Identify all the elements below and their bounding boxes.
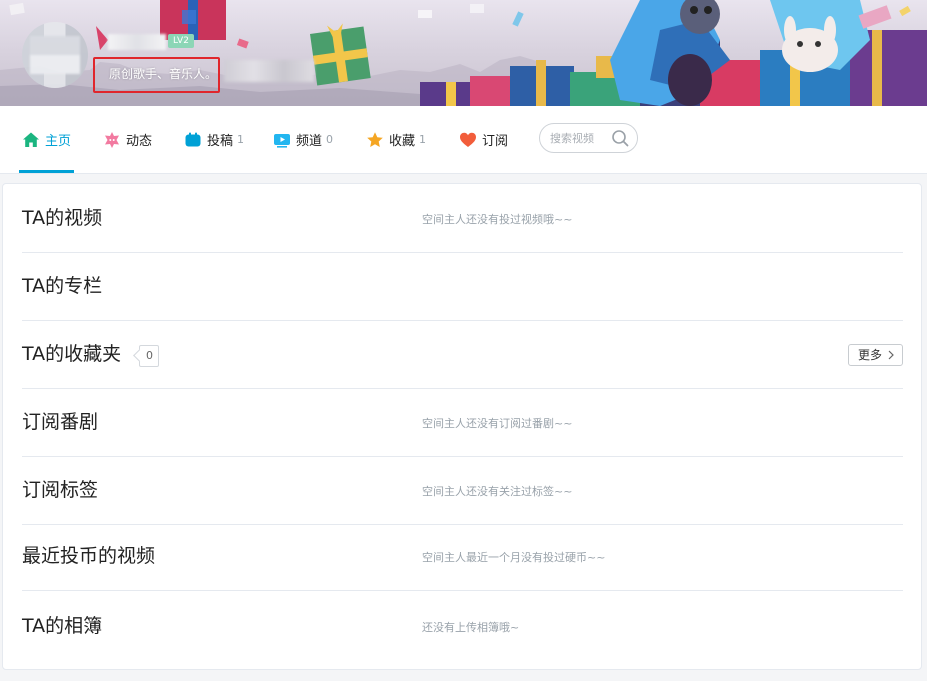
- section-videos: TA的视频 空间主人还没有投过视频哦~~: [22, 184, 903, 253]
- signature-blurred: [224, 60, 314, 82]
- active-tab-indicator: [19, 170, 75, 173]
- empty-message: 空间主人还没有投过视频哦~~: [422, 213, 573, 226]
- heart-icon: [460, 132, 476, 147]
- tab-favorites-count: 1: [419, 133, 427, 146]
- tab-upload-count: 1: [237, 133, 245, 146]
- upload-icon: [185, 132, 201, 146]
- tab-subscriptions-label: 订阅: [482, 134, 509, 149]
- dynamic-icon: [105, 131, 119, 148]
- tab-channel-label: 频道: [296, 134, 323, 149]
- avatar[interactable]: [22, 22, 88, 88]
- section-title[interactable]: 订阅番剧: [22, 410, 98, 434]
- tab-favorites-label: 收藏: [389, 134, 416, 149]
- tab-home[interactable]: 主页: [19, 106, 75, 173]
- tab-channel-count: 0: [326, 133, 334, 146]
- section-articles: TA的专栏: [22, 252, 903, 321]
- section-favorites: TA的收藏夹 0 更多: [22, 320, 903, 389]
- empty-message: 空间主人还没有关注过标签~~: [422, 485, 573, 498]
- search-icon[interactable]: [611, 129, 629, 147]
- home-icon: [23, 132, 39, 147]
- empty-message: 空间主人还没有订阅过番剧~~: [422, 417, 573, 430]
- section-title[interactable]: TA的视频: [22, 206, 102, 230]
- section-title[interactable]: TA的相簿: [22, 614, 102, 638]
- profile-signature[interactable]: 原创歌手、音乐人。: [109, 66, 217, 82]
- tab-dynamic[interactable]: 动态: [103, 106, 152, 173]
- profile-banner: LV2 原创歌手、音乐人。: [0, 0, 927, 106]
- chevron-right-icon: [888, 350, 894, 360]
- tab-dynamic-label: 动态: [126, 134, 153, 149]
- section-albums: TA的相簿 还没有上传相簿哦~: [22, 590, 903, 658]
- favorites-count-badge: 0: [139, 345, 159, 367]
- empty-message: 还没有上传相簿哦~: [422, 621, 520, 634]
- more-button[interactable]: 更多: [848, 344, 903, 366]
- empty-message: 空间主人最近一个月没有投过硬币~~: [422, 551, 606, 564]
- space-nav: 主页 动态 投稿 1 频道 0 收藏 1 订阅: [0, 106, 927, 174]
- tab-home-label: 主页: [45, 134, 72, 149]
- section-title[interactable]: TA的收藏夹: [22, 342, 121, 366]
- section-tags: 订阅标签 空间主人还没有关注过标签~~: [22, 456, 903, 525]
- channel-icon: [274, 133, 290, 148]
- tab-channel[interactable]: 频道 0: [273, 106, 333, 173]
- tab-upload-label: 投稿: [207, 134, 234, 149]
- section-title[interactable]: 最近投币的视频: [22, 544, 155, 568]
- star-icon: [367, 131, 383, 147]
- username-blurred: [108, 34, 166, 50]
- video-search: [539, 123, 638, 153]
- section-title[interactable]: TA的专栏: [22, 274, 102, 298]
- tab-subscriptions[interactable]: 订阅: [459, 106, 508, 173]
- space-sections: TA的视频 空间主人还没有投过视频哦~~ TA的专栏 TA的收藏夹 0 更多 订…: [2, 183, 922, 670]
- section-bangumi: 订阅番剧 空间主人还没有订阅过番剧~~: [22, 388, 903, 457]
- tab-upload[interactable]: 投稿 1: [184, 106, 244, 173]
- level-badge: LV2: [168, 34, 194, 48]
- section-title[interactable]: 订阅标签: [22, 478, 98, 502]
- section-coined-videos: 最近投币的视频 空间主人最近一个月没有投过硬币~~: [22, 524, 903, 591]
- tab-favorites[interactable]: 收藏 1: [366, 106, 426, 173]
- search-input[interactable]: [550, 130, 610, 146]
- more-button-label: 更多: [858, 348, 883, 362]
